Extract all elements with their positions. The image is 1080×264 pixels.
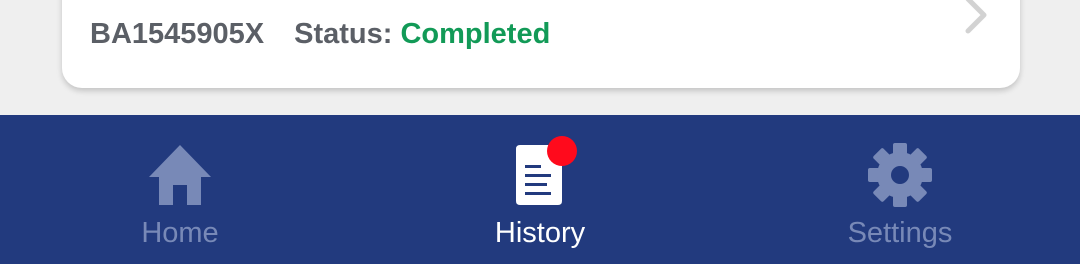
document-icon [505, 136, 577, 209]
chevron-right-icon[interactable] [962, 0, 990, 34]
card-info-row: BA1545905X Status: Completed [90, 18, 550, 51]
screen: BA1545905X Status: Completed Home Histor… [0, 0, 1080, 264]
bottom-navigation: Home History Settings [0, 115, 1080, 264]
status-value: Completed [400, 18, 551, 50]
nav-label-history: History [494, 217, 586, 249]
notification-badge [547, 136, 577, 166]
nav-item-settings[interactable]: Settings [720, 115, 1080, 264]
status-group: Status: Completed [294, 18, 550, 51]
gear-icon [865, 141, 935, 209]
record-id: BA1545905X [90, 18, 265, 50]
nav-item-history[interactable]: History [360, 115, 720, 264]
nav-label-settings: Settings [847, 217, 953, 249]
home-icon [145, 141, 215, 209]
status-label: Status: [294, 18, 393, 50]
nav-label-home: Home [141, 217, 219, 249]
nav-item-home[interactable]: Home [0, 115, 360, 264]
history-card[interactable]: BA1545905X Status: Completed [62, 0, 1020, 88]
